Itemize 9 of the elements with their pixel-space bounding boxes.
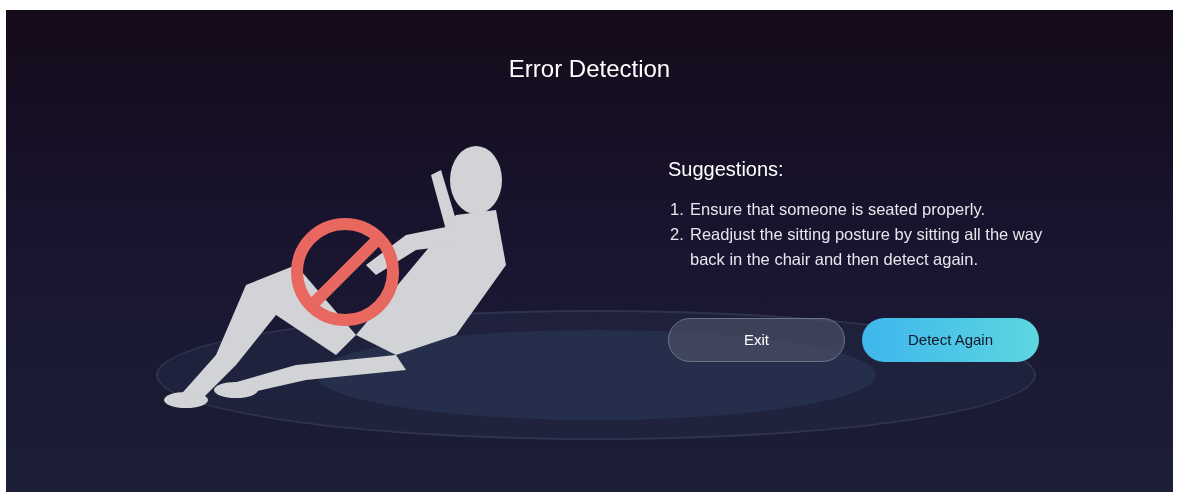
suggestion-text: Ensure that someone is seated properly.: [689, 199, 986, 220]
exit-button[interactable]: Exit: [668, 318, 845, 362]
screen-title: Error Detection: [508, 54, 671, 84]
detect-again-button[interactable]: Detect Again: [862, 318, 1039, 362]
prohibited-icon: [289, 216, 401, 328]
list-number: 1.: [670, 199, 685, 220]
list-number: 2.: [670, 224, 685, 245]
suggestions-heading: Suggestions:: [668, 157, 785, 182]
suggestion-text: Readjust the sitting posture by sitting all the way back in the chair and then detect again.: [689, 224, 1044, 270]
